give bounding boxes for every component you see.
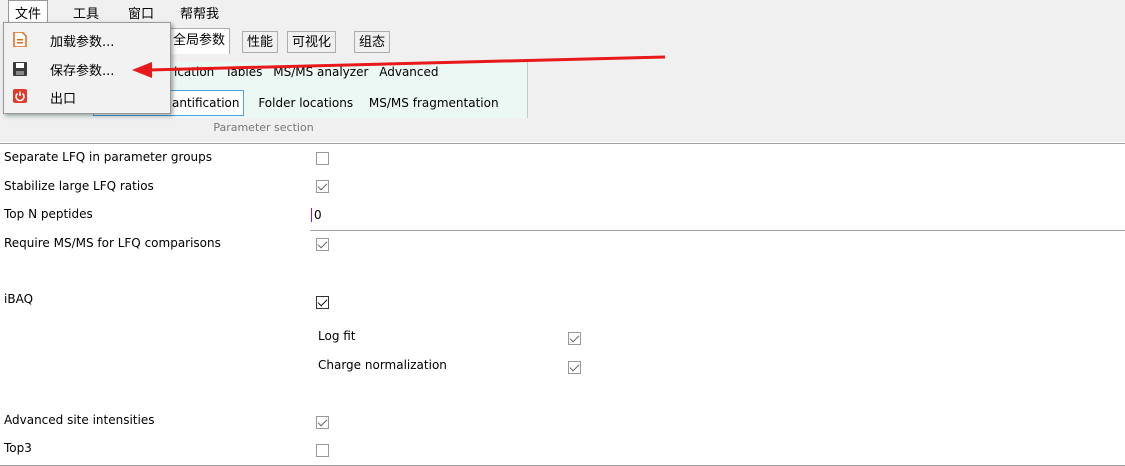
menu-tools[interactable]: 工具 [73, 3, 99, 22]
top-n-label: Top N peptides [4, 207, 93, 221]
save-icon [13, 62, 27, 76]
parameter-section-label: Parameter section [213, 121, 314, 134]
log-fit-label: Log fit [318, 329, 356, 343]
tab-global-parameters[interactable]: 全局参数 [168, 28, 231, 54]
stabilize-lfq-checkbox[interactable] [316, 180, 329, 193]
save-parameters-item[interactable]: 保存参数... [4, 56, 168, 82]
ribbon-advanced[interactable]: Advanced [379, 65, 438, 79]
tab-configuration[interactable]: 组态 [354, 31, 391, 53]
divider [0, 143, 1125, 144]
stabilize-lfq-label: Stabilize large LFQ ratios [4, 179, 154, 193]
save-parameters-label: 保存参数... [50, 64, 115, 79]
load-parameters-label: 加载参数... [50, 35, 115, 50]
file-menu-dropdown: 加载参数... 保存参数... 出口 [3, 22, 171, 114]
menu-window[interactable]: 窗口 [128, 3, 154, 22]
require-msms-label: Require MS/MS for LFQ comparisons [4, 236, 221, 250]
menubar: 文件 工具 窗口 帮帮我 [0, 0, 1125, 24]
menu-help[interactable]: 帮帮我 [180, 3, 219, 22]
separate-lfq-label: Separate LFQ in parameter groups [4, 150, 213, 164]
top-n-input[interactable]: 0 [311, 208, 322, 222]
separate-lfq-checkbox[interactable] [316, 152, 329, 165]
ribbon-tables[interactable]: Tables [225, 65, 262, 79]
file-icon [13, 32, 27, 47]
ribbon-msms-analyzer[interactable]: MS/MS analyzer [273, 65, 368, 79]
ibaq-checkbox[interactable] [316, 296, 329, 309]
exit-label: 出口 [50, 92, 77, 107]
ribbon-quantification[interactable]: antification [172, 96, 240, 110]
log-fit-checkbox[interactable] [568, 332, 581, 345]
ribbon-folder-locations[interactable]: Folder locations [258, 96, 353, 110]
require-msms-checkbox[interactable] [316, 238, 329, 251]
ibaq-label: iBAQ [4, 292, 34, 306]
exit-item[interactable]: 出口 [4, 84, 168, 110]
ribbon-identification[interactable]: ication [174, 65, 214, 79]
charge-normalization-label: Charge normalization [318, 358, 447, 372]
top3-checkbox[interactable] [316, 444, 329, 457]
tab-visualization[interactable]: 可视化 [287, 31, 337, 53]
ribbon-row-1: ication Tables MS/MS analyzer Advanced [174, 65, 446, 79]
menu-file[interactable]: 文件 [8, 0, 49, 22]
charge-normalization-checkbox[interactable] [568, 361, 581, 374]
advanced-site-intensities-label: Advanced site intensities [4, 413, 155, 427]
input-underline [310, 230, 1125, 231]
tab-performance[interactable]: 性能 [242, 31, 279, 53]
exit-icon [13, 89, 27, 103]
load-parameters-item[interactable]: 加载参数... [4, 27, 168, 53]
top3-label: Top3 [4, 441, 32, 455]
ribbon-msms-fragmentation[interactable]: MS/MS fragmentation [369, 96, 499, 110]
advanced-site-intensities-checkbox[interactable] [316, 416, 329, 429]
ribbon-row-2: antification Folder locations MS/MS frag… [172, 96, 506, 110]
